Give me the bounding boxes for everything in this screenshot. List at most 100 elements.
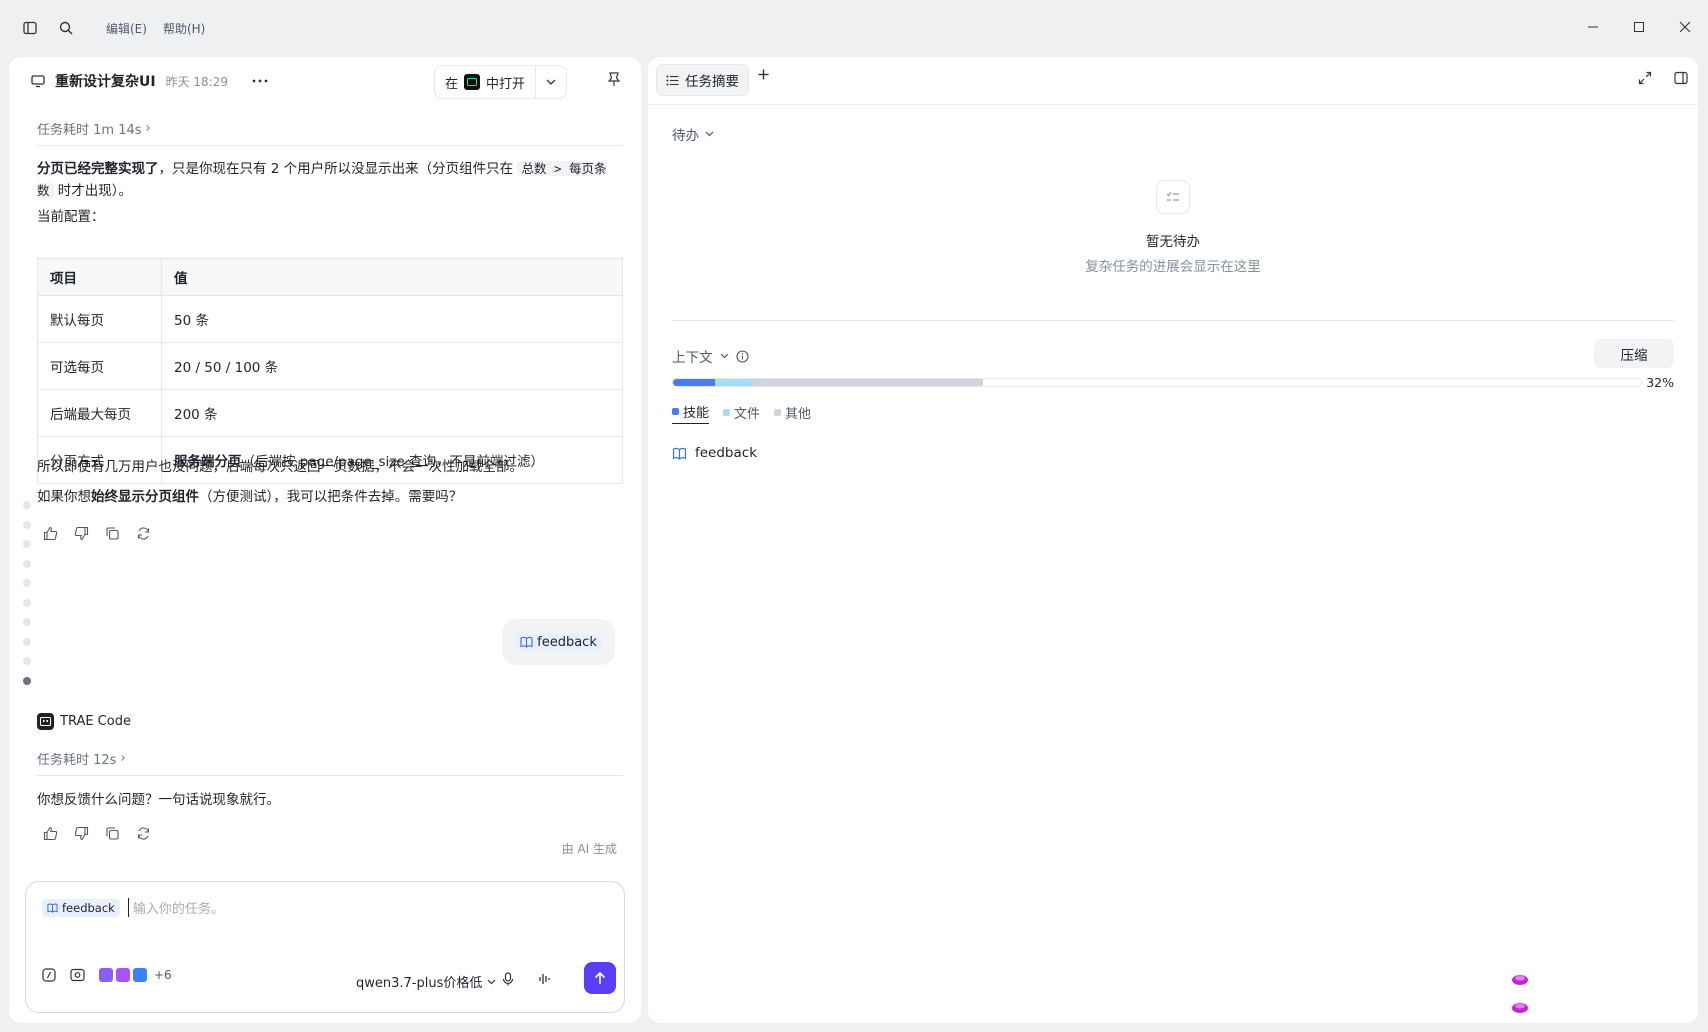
sidebar-toggle-icon[interactable] (16, 14, 44, 42)
nav-dot-active[interactable] (23, 676, 31, 685)
slash-command-icon[interactable] (42, 968, 56, 982)
nav-dot[interactable] (23, 657, 31, 665)
more-icon[interactable] (252, 79, 268, 83)
pin-icon[interactable] (607, 71, 621, 87)
list-icon (666, 75, 679, 86)
message-actions-1 (43, 526, 151, 541)
trae-logo-icon (37, 713, 54, 730)
nav-dot[interactable] (23, 501, 31, 509)
compress-button[interactable]: 压缩 (1594, 339, 1674, 368)
skill-chip-label: feedback (62, 900, 115, 915)
panel-toggle-icon[interactable] (1674, 71, 1688, 85)
agent-header: TRAE Code (37, 713, 131, 730)
thumbs-down-icon[interactable] (74, 826, 89, 841)
image-upload-icon[interactable] (70, 968, 85, 982)
legend-swatch (774, 408, 782, 416)
legend-label: 其他 (785, 406, 812, 422)
table-header: 值 (161, 258, 623, 296)
chevron-down-icon (487, 979, 496, 985)
legend-skills[interactable]: 技能 (672, 402, 710, 424)
connected-apps[interactable]: +6 (99, 968, 172, 982)
nav-dot[interactable] (23, 637, 31, 646)
context-dropdown[interactable]: 上下文 (672, 346, 749, 366)
chat-time: 昨天 18:29 (165, 74, 228, 89)
nav-dot[interactable] (23, 618, 31, 626)
legend-files[interactable]: 文件 (723, 402, 760, 424)
todo-dropdown[interactable]: 待办 (672, 124, 714, 144)
info-icon[interactable] (735, 349, 749, 363)
menu-edit[interactable]: 编辑(E) (106, 20, 147, 37)
task-duration-1[interactable]: 任务耗时 1m 14s › (37, 119, 151, 138)
nav-dot[interactable] (23, 598, 31, 607)
divider (37, 775, 623, 776)
empty-todo-icon (1156, 180, 1190, 214)
model-selector[interactable]: qwen3.7-plus价格低 (356, 972, 496, 991)
para1-bold: 分页已经完整实现了 (37, 161, 159, 177)
usage-segment-skills (673, 379, 715, 386)
title-bar: 编辑(E) 帮助(H) (0, 0, 1708, 56)
thumbs-up-icon[interactable] (43, 526, 58, 541)
regenerate-icon[interactable] (136, 526, 151, 541)
legend-other[interactable]: 其他 (774, 402, 811, 424)
maximize-icon[interactable] (1616, 0, 1662, 54)
skill-chip-label: feedback (537, 634, 597, 650)
table-cell: 可选每页 (37, 342, 162, 390)
conversation-nav (23, 501, 31, 685)
close-icon[interactable] (1662, 0, 1708, 54)
context-usage-percent: 32% (1646, 375, 1674, 390)
regenerate-icon[interactable] (136, 826, 151, 841)
nav-dot[interactable] (23, 520, 31, 529)
arrow-up-icon (594, 971, 606, 985)
todo-label: 待办 (672, 128, 699, 144)
chevron-right-icon: › (120, 751, 126, 766)
chat-header: 重新设计复杂UI 昨天 18:29 在 中打开 (9, 57, 641, 105)
copy-icon[interactable] (105, 526, 120, 541)
nav-dot[interactable] (23, 559, 31, 568)
send-button[interactable] (584, 962, 616, 994)
task-input-placeholder[interactable]: 输入你的任务。 (127, 898, 224, 917)
usage-segment-files (714, 379, 754, 386)
expand-icon[interactable] (1638, 71, 1652, 85)
user-message: feedback (502, 619, 615, 665)
usage-legend: 技能 文件 其他 (672, 402, 811, 424)
open-in-suffix: 中打开 (486, 76, 526, 92)
thumbs-up-icon[interactable] (43, 826, 58, 841)
chat-panel: 重新设计复杂UI 昨天 18:29 在 中打开 任务耗时 1m 14s › 分页… (9, 57, 641, 1023)
table-row: 后端最大每页 200 条 (37, 389, 623, 437)
task-duration-2[interactable]: 任务耗时 12s › (37, 749, 126, 768)
chevron-down-icon[interactable] (536, 66, 566, 98)
nav-dot[interactable] (23, 540, 31, 548)
empty-todo-subtitle: 复杂任务的进展会显示在这里 (1085, 259, 1261, 275)
voice-wave-icon[interactable] (538, 972, 551, 986)
tab-task-summary[interactable]: 任务摘要 (656, 64, 749, 96)
legend-swatch (723, 408, 731, 416)
menu-help[interactable]: 帮助(H) (163, 20, 205, 37)
table-cell: 后端最大每页 (37, 389, 162, 437)
table-cell: 默认每页 (37, 295, 162, 343)
open-in-button[interactable]: 在 中打开 (435, 66, 537, 98)
open-in-terminal: 在 中打开 (434, 65, 568, 99)
assistant-orb-icon[interactable] (1510, 970, 1530, 1014)
para3-bold: 始终显示分页组件 (91, 489, 199, 505)
minimize-icon[interactable] (1570, 0, 1616, 54)
skill-list-item[interactable]: feedback (672, 445, 757, 461)
task-duration-text: 任务耗时 1m 14s (37, 123, 142, 138)
open-in-prefix: 在 (445, 76, 459, 92)
tab-label: 任务摘要 (685, 74, 739, 90)
add-tab-icon[interactable] (758, 69, 769, 80)
context-label: 上下文 (672, 350, 713, 366)
agent-reply: 你想反馈什么问题？一句话说现象就行。 (37, 792, 280, 808)
chevron-right-icon: › (145, 121, 151, 136)
skill-chip[interactable]: feedback (42, 898, 120, 917)
legend-swatch (672, 408, 679, 415)
search-icon[interactable] (52, 14, 80, 42)
copy-icon[interactable] (105, 826, 120, 841)
microphone-icon[interactable] (502, 972, 514, 986)
skill-chip[interactable]: feedback (515, 633, 602, 651)
table-row: 可选每页 20 / 50 / 100 条 (37, 342, 623, 390)
task-input-box[interactable]: feedback 输入你的任务。 +6 qwen3.7-plus价格低 (25, 881, 625, 1013)
thumbs-down-icon[interactable] (74, 526, 89, 541)
table-row: 默认每页 50 条 (37, 295, 623, 343)
context-usage-bar (672, 378, 1642, 387)
nav-dot[interactable] (23, 579, 31, 587)
